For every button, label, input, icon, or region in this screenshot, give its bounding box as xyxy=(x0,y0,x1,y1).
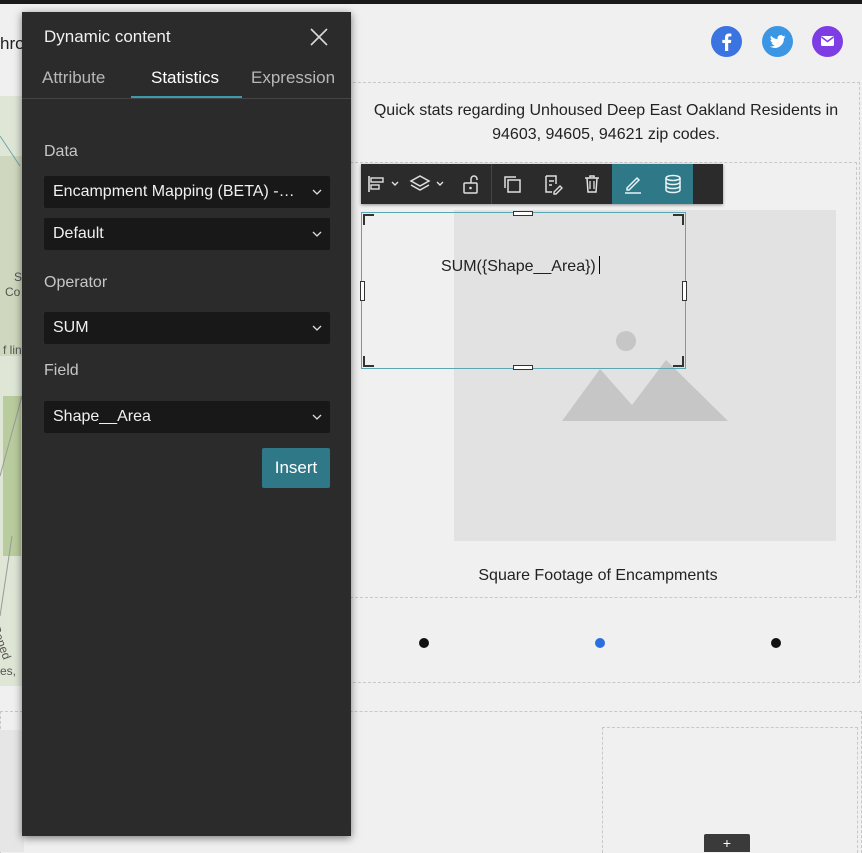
resize-edge-handle[interactable] xyxy=(513,211,533,216)
active-tab-indicator xyxy=(131,96,242,98)
data-source-select[interactable]: Encampment Mapping (BETA) - Encampments xyxy=(44,176,330,208)
resize-corner-handle[interactable] xyxy=(673,356,684,367)
chevron-down-icon xyxy=(304,325,330,331)
field-label: Field xyxy=(44,362,79,379)
trash-icon[interactable] xyxy=(572,164,612,204)
email-icon[interactable] xyxy=(812,26,843,57)
unlock-icon[interactable] xyxy=(451,164,491,204)
map-label: es, xyxy=(0,664,17,678)
map-label: S xyxy=(14,270,23,284)
database-icon[interactable] xyxy=(653,164,693,204)
facebook-icon[interactable] xyxy=(711,26,742,57)
tab-attribute[interactable]: Attribute xyxy=(42,68,105,88)
text-editor-content[interactable]: SUM({Shape__Area}) xyxy=(441,256,600,276)
dynamic-content-panel: Dynamic content Attribute Statistics Exp… xyxy=(22,12,351,836)
resize-corner-handle[interactable] xyxy=(363,214,374,225)
map-view[interactable] xyxy=(0,96,24,686)
pencil-icon[interactable] xyxy=(612,164,653,204)
top-bar xyxy=(0,0,862,4)
quick-stats-text[interactable]: Quick stats regarding Unhoused Deep East… xyxy=(352,99,860,147)
chevron-down-icon xyxy=(304,231,330,237)
image-caption[interactable]: Square Footage of Encampments xyxy=(352,567,844,585)
close-icon[interactable] xyxy=(309,27,329,47)
field-value: Shape__Area xyxy=(53,408,151,425)
operator-select[interactable]: SUM xyxy=(44,312,330,344)
data-view-select[interactable]: Default xyxy=(44,218,330,250)
field-select[interactable]: Shape__Area xyxy=(44,401,330,433)
carousel-dot-active[interactable] xyxy=(595,638,605,648)
resize-edge-handle[interactable] xyxy=(513,365,533,370)
edit-dynamic-icon[interactable] xyxy=(532,164,572,204)
operator-value: SUM xyxy=(53,319,89,336)
chevron-down-icon xyxy=(304,414,330,420)
chevron-down-icon xyxy=(304,189,330,195)
data-view-value: Default xyxy=(53,225,104,242)
text-widget-selected[interactable] xyxy=(360,211,687,370)
add-section-button[interactable]: + xyxy=(704,834,750,852)
map-label: f lin xyxy=(3,343,22,357)
layers-icon[interactable] xyxy=(405,164,451,204)
data-label: Data xyxy=(44,143,78,160)
align-icon[interactable] xyxy=(361,164,405,204)
insert-button[interactable]: Insert xyxy=(262,448,330,488)
resize-edge-handle[interactable] xyxy=(360,281,365,301)
operator-label: Operator xyxy=(44,274,108,291)
panel-title: Dynamic content xyxy=(44,27,171,46)
carousel-dot[interactable] xyxy=(419,638,429,648)
widget-toolbar xyxy=(361,164,723,204)
text-caret xyxy=(598,256,600,274)
resize-edge-handle[interactable] xyxy=(682,281,687,301)
resize-corner-handle[interactable] xyxy=(673,214,684,225)
carousel-dot[interactable] xyxy=(771,638,781,648)
duplicate-icon[interactable] xyxy=(492,164,532,204)
header-title-fragment: hro xyxy=(0,34,25,53)
sum-expression: SUM({Shape__Area}) xyxy=(441,258,596,275)
data-source-value: Encampment Mapping (BETA) - Encampments xyxy=(53,183,304,200)
map-label: Co xyxy=(5,285,21,299)
twitter-icon[interactable] xyxy=(762,26,793,57)
tab-expression[interactable]: Expression xyxy=(251,68,335,88)
panel-tabs: Attribute Statistics Expression xyxy=(22,60,351,99)
tab-statistics[interactable]: Statistics xyxy=(151,68,219,88)
table-grid xyxy=(0,730,24,852)
resize-corner-handle[interactable] xyxy=(363,356,374,367)
